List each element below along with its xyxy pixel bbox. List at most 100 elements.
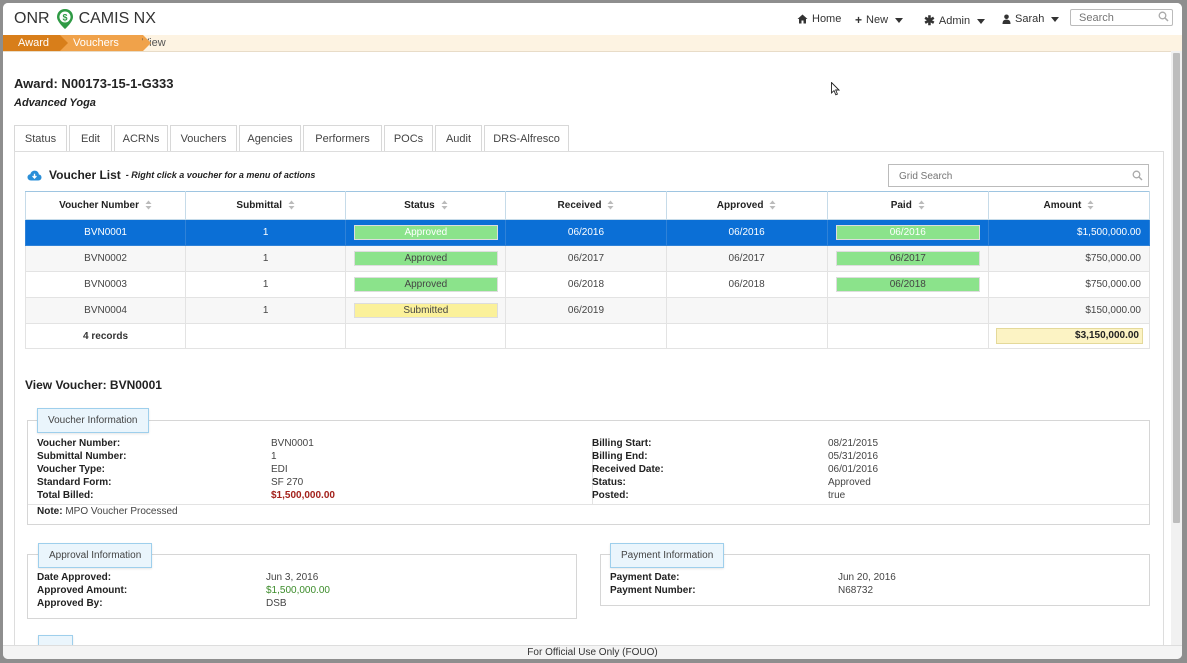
sort-icon bbox=[1087, 200, 1094, 210]
col-header-received[interactable]: Received bbox=[505, 191, 667, 220]
cell-voucher: BVN0003 bbox=[24, 271, 187, 298]
tab-status[interactable]: Status bbox=[14, 125, 67, 151]
sort-icon bbox=[918, 200, 925, 210]
grid-search-input[interactable] bbox=[897, 165, 1121, 187]
grid-header-row: Voucher Number Submittal Status Received… bbox=[24, 191, 1151, 220]
col-header-voucher-number[interactable]: Voucher Number bbox=[24, 191, 187, 220]
tab-pocs[interactable]: POCs bbox=[384, 125, 433, 151]
tab-drs-alfresco-label: DRS-Alfresco bbox=[493, 133, 560, 145]
value-received-date: 06/01/2016 bbox=[828, 464, 879, 475]
nav-user[interactable]: Sarah bbox=[1002, 13, 1060, 25]
col-header-approved[interactable]: Approved bbox=[665, 191, 828, 220]
tab-vouchers[interactable]: Vouchers bbox=[170, 125, 237, 153]
table-row[interactable]: BVN0002 1 Approved 06/2017 06/2017 06/20… bbox=[24, 245, 1151, 272]
payment-info-labels: Payment Date: Payment Number: bbox=[610, 571, 696, 597]
value-note: MPO Voucher Processed bbox=[65, 506, 178, 517]
voucher-info-right-labels: Billing Start: Billing End: Received Dat… bbox=[592, 437, 664, 502]
cell-received: 06/2019 bbox=[505, 297, 667, 324]
vertical-scrollbar[interactable] bbox=[1171, 51, 1182, 645]
label-voucher-type: Voucher Type: bbox=[37, 464, 105, 475]
label-note: Note: bbox=[37, 506, 63, 517]
app-logo[interactable]: ONR $ CAMIS NX bbox=[14, 8, 156, 30]
footer-total-cell: $3,150,000.00 bbox=[987, 323, 1151, 349]
tab-audit[interactable]: Audit bbox=[435, 125, 482, 151]
chevron-down-icon bbox=[895, 17, 904, 23]
nav-user-label: Sarah bbox=[1015, 13, 1045, 25]
home-icon bbox=[797, 14, 808, 24]
label-payment-date: Payment Date: bbox=[610, 572, 680, 583]
breadcrumb-award[interactable]: Award bbox=[3, 35, 68, 51]
tab-performers[interactable]: Performers bbox=[303, 125, 382, 151]
search-icon[interactable] bbox=[1132, 170, 1143, 181]
tab-drs-alfresco[interactable]: DRS-Alfresco bbox=[484, 125, 569, 151]
value-posted: true bbox=[828, 490, 846, 501]
global-search[interactable] bbox=[1070, 9, 1173, 26]
tab-agencies-label: Agencies bbox=[247, 133, 293, 145]
cloud-download-icon bbox=[27, 170, 42, 180]
chevron-down-icon bbox=[1051, 16, 1060, 22]
tab-agencies[interactable]: Agencies bbox=[239, 125, 301, 151]
cell-status: Approved bbox=[345, 245, 507, 272]
cell-paid: 06/2018 bbox=[826, 271, 989, 298]
cell-approved bbox=[665, 297, 828, 324]
view-voucher-title: View Voucher: BVN0001 bbox=[25, 378, 162, 392]
col-header-label: Voucher Number bbox=[59, 200, 139, 211]
approval-info-values: Jun 3, 2016 $1,500,000.00 DSB bbox=[266, 571, 330, 610]
label-posted: Posted: bbox=[592, 490, 629, 501]
label-date-approved: Date Approved: bbox=[37, 572, 112, 583]
col-header-label: Amount bbox=[1043, 200, 1082, 211]
tab-acrns[interactable]: ACRNs bbox=[114, 125, 168, 151]
label-voucher-number: Voucher Number: bbox=[37, 438, 121, 449]
tab-performers-label: Performers bbox=[315, 133, 370, 145]
status-badge: Approved bbox=[353, 225, 498, 240]
tab-edit-label: Edit bbox=[81, 133, 100, 145]
value-standard-form: SF 270 bbox=[271, 477, 304, 488]
cell-amount: $750,000.00 bbox=[987, 245, 1151, 272]
nav-home[interactable]: Home bbox=[797, 13, 841, 25]
grid-search[interactable] bbox=[888, 164, 1149, 187]
footer-cell bbox=[665, 323, 828, 349]
value-billing-start: 08/21/2015 bbox=[828, 438, 879, 449]
cell-submittal: 1 bbox=[185, 297, 347, 324]
label-total-billed: Total Billed: bbox=[37, 490, 94, 501]
nav-new[interactable]: + New bbox=[855, 13, 904, 27]
label-billing-start: Billing Start: bbox=[592, 438, 652, 449]
tab-edit[interactable]: Edit bbox=[69, 125, 112, 151]
table-row[interactable]: BVN0001 1 Approved 06/2016 06/2016 06/20… bbox=[24, 219, 1151, 246]
voucher-list-header: Voucher List - Right click a voucher for… bbox=[27, 168, 315, 182]
cell-approved: 06/2017 bbox=[665, 245, 828, 272]
table-row[interactable]: BVN0004 1 Submitted 06/2019 $150,000.00 bbox=[24, 297, 1151, 324]
value-submittal-number: 1 bbox=[271, 451, 277, 462]
scrollbar-thumb[interactable] bbox=[1173, 53, 1180, 523]
footer-cell bbox=[345, 323, 507, 349]
col-header-label: Submittal bbox=[236, 200, 282, 211]
table-row[interactable]: BVN0003 1 Approved 06/2018 06/2018 06/20… bbox=[24, 271, 1151, 298]
col-header-amount[interactable]: Amount bbox=[987, 191, 1151, 220]
col-header-submittal[interactable]: Submittal bbox=[185, 191, 347, 220]
nav-admin[interactable]: ✱ Admin bbox=[924, 13, 986, 29]
payment-info-values: Jun 20, 2016 N68732 bbox=[838, 571, 896, 597]
cell-paid: 06/2017 bbox=[826, 245, 989, 272]
amount-total: $3,150,000.00 bbox=[996, 328, 1143, 344]
value-total-billed: $1,500,000.00 bbox=[271, 490, 335, 501]
footer-cell bbox=[185, 323, 347, 349]
col-header-paid[interactable]: Paid bbox=[826, 191, 989, 220]
label-payment-number: Payment Number: bbox=[610, 585, 696, 596]
plus-icon: + bbox=[855, 13, 863, 27]
sort-icon bbox=[607, 200, 614, 210]
breadcrumb-vouchers-label: Vouchers bbox=[73, 37, 119, 49]
breadcrumb-vouchers[interactable]: Vouchers bbox=[60, 35, 151, 51]
col-header-label: Paid bbox=[890, 200, 912, 211]
sort-icon bbox=[145, 200, 152, 210]
award-subtitle: Advanced Yoga bbox=[14, 97, 96, 109]
voucher-note: Note: MPO Voucher Processed bbox=[37, 505, 178, 518]
asterisk-icon: ✱ bbox=[924, 13, 935, 28]
cell-amount: $1,500,000.00 bbox=[987, 219, 1151, 246]
cell-received: 06/2017 bbox=[505, 245, 667, 272]
voucher-grid: Voucher Number Submittal Status Received… bbox=[24, 191, 1151, 349]
label-approved-amount: Approved Amount: bbox=[37, 585, 128, 596]
col-header-status[interactable]: Status bbox=[345, 191, 507, 220]
search-input[interactable] bbox=[1071, 10, 1159, 25]
value-payment-date: Jun 20, 2016 bbox=[838, 572, 896, 583]
search-icon[interactable] bbox=[1158, 11, 1169, 22]
